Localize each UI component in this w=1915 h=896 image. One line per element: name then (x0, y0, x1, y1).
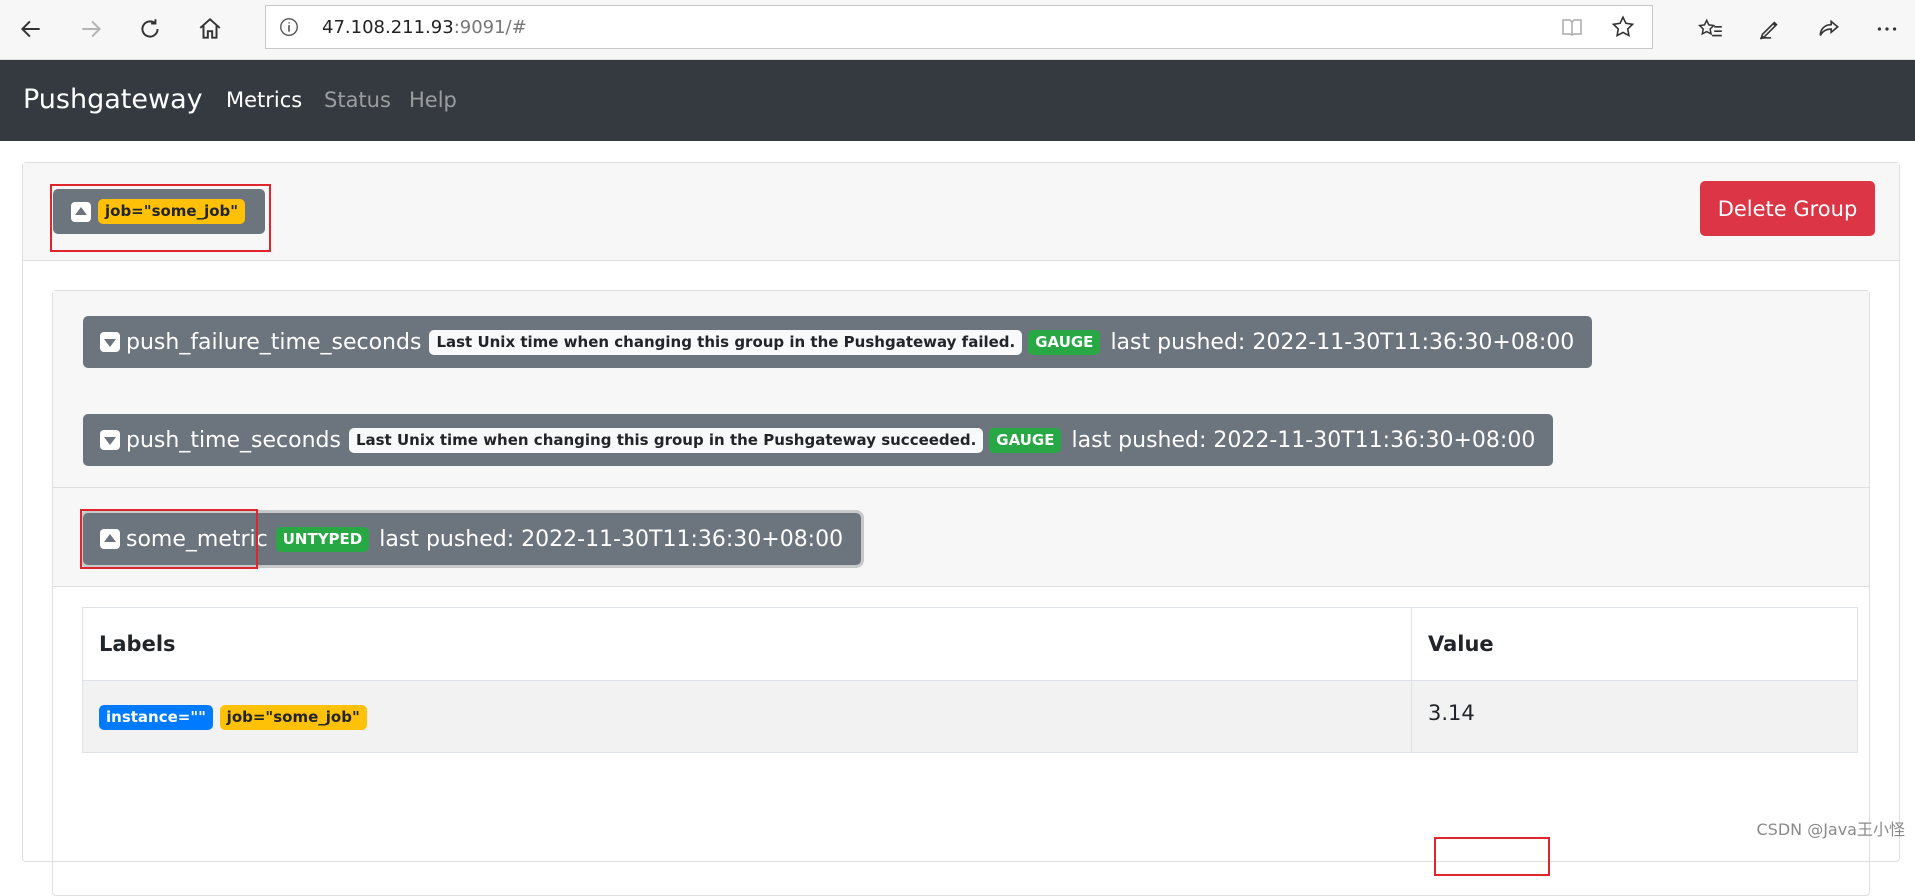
metric-toggle-button[interactable]: push_time_seconds Last Unix time when ch… (83, 414, 1554, 466)
home-button[interactable] (187, 6, 233, 52)
metric-header: some_metric UNTYPED last pushed: 2022-11… (53, 488, 1869, 587)
address-bar[interactable]: 47.108.211.93:9091/# (265, 5, 1653, 49)
metric-header: push_failure_time_seconds Last Unix time… (53, 291, 1869, 390)
label-badge: job="some_job" (219, 705, 367, 730)
metric-type-badge: UNTYPED (275, 526, 370, 552)
home-icon (199, 17, 221, 39)
browser-toolbar: 47.108.211.93:9091/# (0, 0, 1915, 60)
favorites-list-icon (1698, 18, 1722, 37)
back-button[interactable] (8, 6, 54, 52)
more-dots-icon (1877, 27, 1897, 31)
pen-icon (1759, 21, 1778, 40)
metric-last-pushed: last pushed: 2022-11-30T11:36:30+08:00 (1110, 329, 1575, 355)
highlight-box (1434, 837, 1550, 876)
labels-column-header: Labels (82, 607, 1412, 681)
forward-button[interactable] (68, 6, 114, 52)
url-text: 47.108.211.93:9091/# (322, 17, 527, 38)
expand-icon (100, 430, 120, 450)
label-badge: instance="" (99, 705, 213, 730)
metric-type-badge: GAUGE (1028, 329, 1101, 355)
reading-view-icon[interactable] (1560, 15, 1584, 39)
star-icon[interactable] (1610, 14, 1636, 40)
share-button[interactable] (1806, 6, 1852, 52)
nav-link-metrics[interactable]: Metrics (226, 88, 302, 112)
refresh-icon (141, 19, 159, 38)
nav-link-status[interactable]: Status (324, 88, 391, 112)
expand-icon (100, 332, 120, 352)
highlight-box (80, 509, 258, 569)
group-header: job="some_job" Delete Group (23, 163, 1899, 261)
top-navbar: Pushgateway Metrics Status Help (0, 60, 1915, 141)
metric-values-table: Labels Value instance="" job="some_job" … (82, 607, 1858, 753)
info-icon[interactable] (278, 16, 300, 38)
arrow-right-icon (82, 20, 102, 38)
more-button[interactable] (1864, 6, 1910, 52)
delete-group-button[interactable]: Delete Group (1700, 181, 1875, 236)
metric-group-card: job="some_job" Delete Group push_failure… (22, 162, 1900, 896)
nav-link-help[interactable]: Help (409, 88, 457, 112)
metric-help-badge: Last Unix time when changing this group … (348, 427, 984, 453)
metric-name: push_time_seconds (126, 427, 341, 453)
table-header-row: Labels Value (82, 607, 1858, 681)
favorites-button[interactable] (1688, 6, 1734, 52)
metric-header: push_time_seconds Last Unix time when ch… (53, 389, 1869, 488)
metric-last-pushed: last pushed: 2022-11-30T11:36:30+08:00 (379, 526, 844, 552)
metric-help-badge: Last Unix time when changing this group … (429, 329, 1023, 355)
arrow-left-icon (20, 20, 40, 38)
value-column-header: Value (1411, 607, 1858, 681)
metric-value: 3.14 (1428, 700, 1475, 725)
value-cell: 3.14 (1411, 680, 1858, 753)
table-row: instance="" job="some_job" 3.14 (82, 680, 1858, 753)
labels-cell: instance="" job="some_job" (82, 680, 1412, 753)
metric-list: push_failure_time_seconds Last Unix time… (52, 290, 1870, 896)
navbar-brand[interactable]: Pushgateway (23, 84, 203, 115)
share-icon (1819, 19, 1839, 36)
highlight-box (50, 184, 271, 252)
metric-toggle-button[interactable]: push_failure_time_seconds Last Unix time… (83, 316, 1593, 368)
metric-type-badge: GAUGE (989, 427, 1062, 453)
metric-name: push_failure_time_seconds (126, 329, 422, 355)
refresh-button[interactable] (127, 6, 173, 52)
metric-last-pushed: last pushed: 2022-11-30T11:36:30+08:00 (1071, 427, 1536, 453)
watermark: CSDN @Java王小怪 (1756, 820, 1905, 839)
notes-button[interactable] (1747, 6, 1793, 52)
